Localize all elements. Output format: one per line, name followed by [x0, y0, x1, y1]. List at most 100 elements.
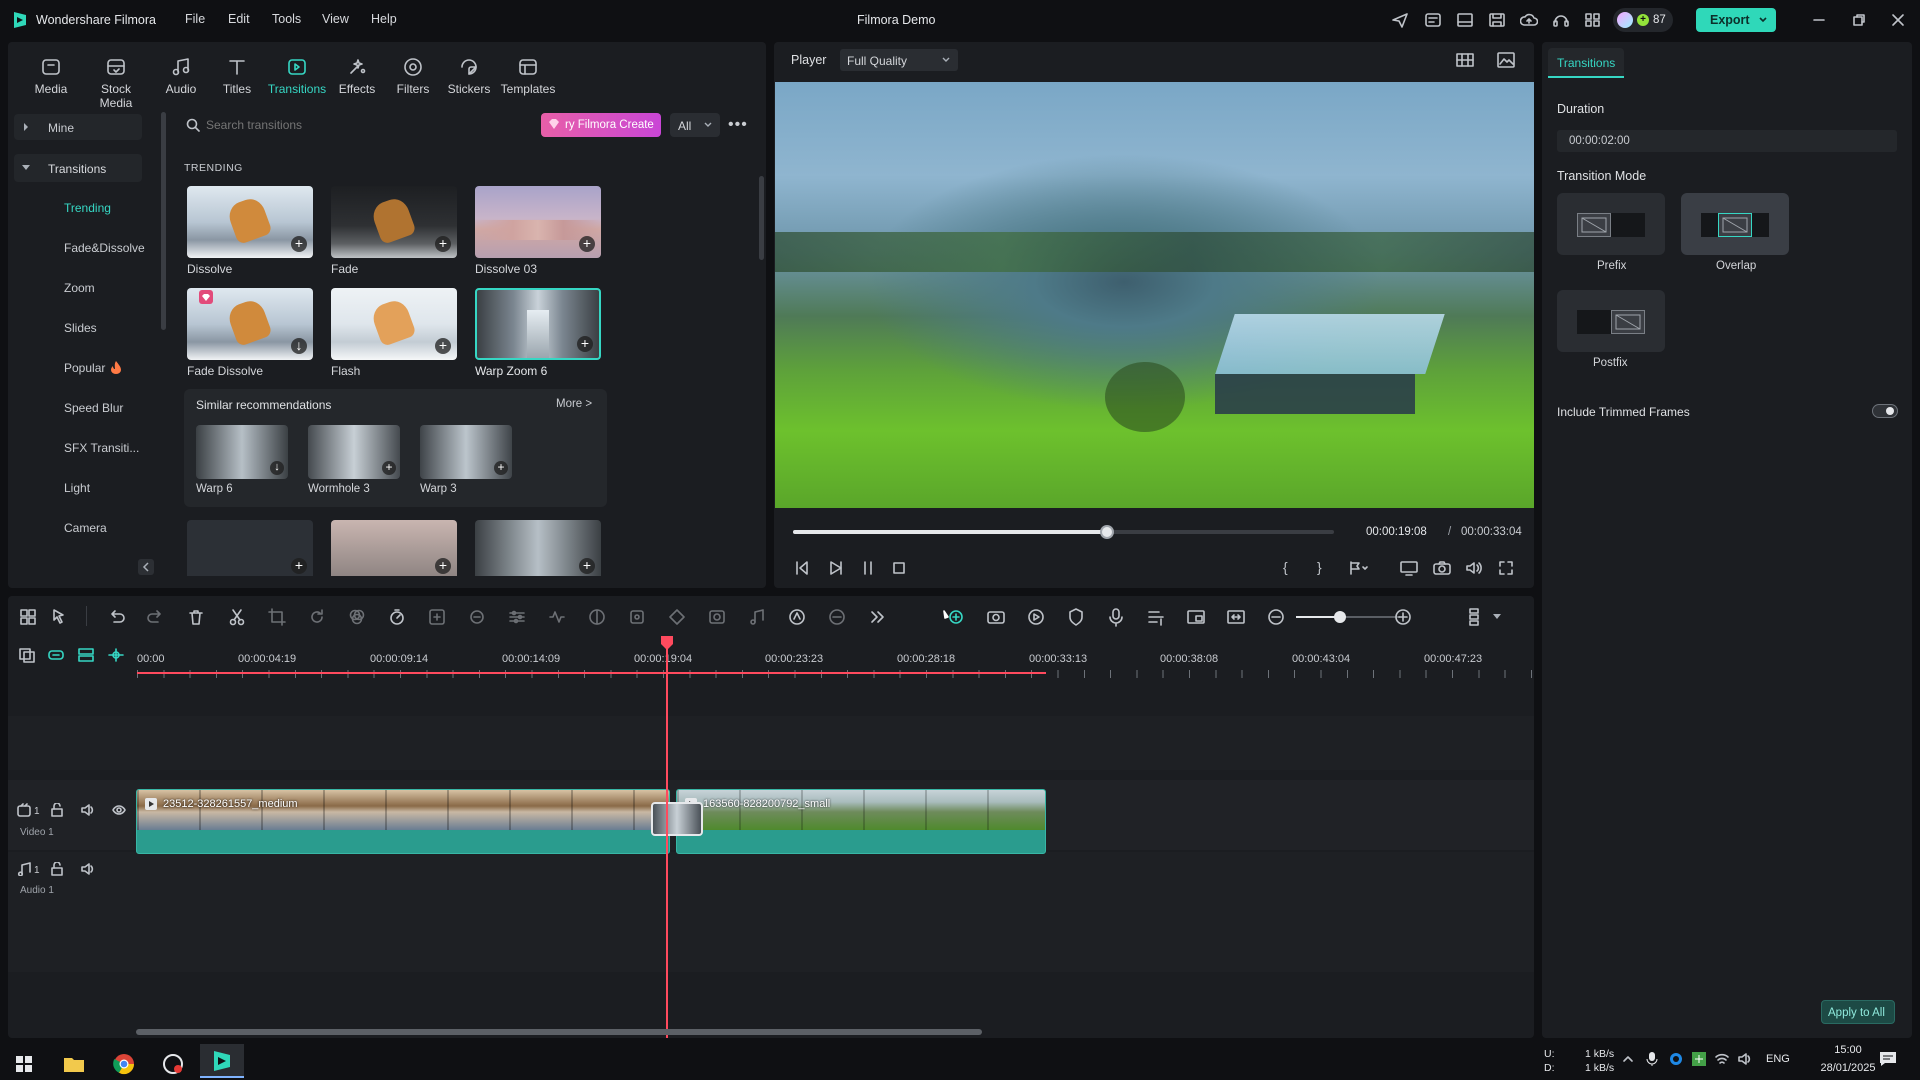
mask-icon[interactable]: [587, 607, 607, 627]
filter-dropdown[interactable]: All: [670, 113, 720, 137]
app-tray-icon[interactable]: [1691, 1051, 1707, 1067]
color-icon[interactable]: [347, 607, 367, 627]
download-icon[interactable]: ↓: [270, 461, 284, 475]
collapse-sidebar-button[interactable]: [138, 559, 154, 575]
playhead-line[interactable]: [666, 638, 668, 1038]
grid-view-icon[interactable]: [1456, 53, 1474, 67]
download-icon[interactable]: ↓: [291, 338, 307, 354]
transition-thumb-partial-1[interactable]: +: [187, 520, 313, 576]
sidebar-item-fade-dissolve[interactable]: Fade&Dissolve: [64, 241, 145, 255]
magnet-snap-icon[interactable]: [107, 647, 125, 663]
chrome-icon[interactable]: [110, 1052, 138, 1076]
pause-icon[interactable]: [860, 560, 876, 576]
transition-thumb-warp-zoom-6[interactable]: +: [475, 288, 601, 360]
speed-icon[interactable]: [387, 607, 407, 627]
tab-audio[interactable]: Audio: [151, 56, 211, 102]
microphone-icon[interactable]: [1106, 607, 1126, 627]
clock-date[interactable]: 28/01/2025: [1815, 1062, 1881, 1074]
playback-progress-handle[interactable]: [1099, 525, 1114, 539]
add-icon[interactable]: +: [494, 461, 508, 475]
playback-progress-track[interactable]: [793, 525, 1334, 539]
menu-file[interactable]: File: [185, 12, 205, 26]
library-scrollbar[interactable]: [759, 176, 764, 260]
auto-reframe-icon[interactable]: [427, 607, 447, 627]
transition-thumb-dissolve[interactable]: +: [187, 186, 313, 258]
mute-icon[interactable]: [81, 803, 95, 817]
add-icon[interactable]: +: [291, 558, 307, 574]
add-icon[interactable]: +: [435, 558, 451, 574]
rotate-icon[interactable]: [307, 607, 327, 627]
track-manager-icon[interactable]: [77, 647, 95, 663]
keyframe-icon[interactable]: [667, 607, 687, 627]
notifications-icon[interactable]: [1879, 1051, 1897, 1067]
snapshot-timeline-icon[interactable]: [986, 607, 1006, 627]
stabilize-icon[interactable]: [627, 607, 647, 627]
mute-icon[interactable]: [81, 862, 95, 876]
onedrive-icon[interactable]: [1668, 1051, 1684, 1067]
link-icon[interactable]: [47, 647, 65, 663]
crop-icon[interactable]: [267, 607, 287, 627]
screen-recorder-icon[interactable]: [159, 1052, 187, 1076]
undo-icon[interactable]: [106, 607, 126, 627]
microphone-tray-icon[interactable]: [1645, 1051, 1659, 1067]
speaker-icon[interactable]: [1737, 1051, 1753, 1067]
zoom-slider-handle[interactable]: [1334, 611, 1346, 623]
add-icon[interactable]: +: [579, 236, 595, 252]
transition-thumb-dissolve-03[interactable]: +: [475, 186, 601, 258]
menu-edit[interactable]: Edit: [228, 12, 250, 26]
sidebar-item-speed-blur[interactable]: Speed Blur: [64, 401, 123, 415]
similar-thumb-wormhole-3[interactable]: +: [308, 425, 400, 479]
timeline-scrollbar[interactable]: [136, 1029, 982, 1035]
more-link[interactable]: More >: [556, 398, 592, 410]
tab-titles[interactable]: Titles: [207, 56, 267, 102]
zoom-in-icon[interactable]: [1393, 607, 1413, 627]
wifi-icon[interactable]: [1714, 1051, 1730, 1067]
credits-badge[interactable]: + 87: [1613, 8, 1673, 32]
sidebar-item-camera[interactable]: Camera: [64, 521, 107, 535]
similar-thumb-warp-3[interactable]: +: [420, 425, 512, 479]
music-note-icon[interactable]: [747, 607, 767, 627]
zoom-slider-track[interactable]: [1296, 611, 1400, 623]
green-screen-icon[interactable]: [707, 607, 727, 627]
ai-tool-icon[interactable]: [467, 607, 487, 627]
render-preview-icon[interactable]: [940, 607, 968, 627]
audio-stretch-icon[interactable]: [547, 607, 567, 627]
sidebar-item-slides[interactable]: Slides: [64, 321, 97, 335]
transition-block-warp-zoom-6[interactable]: [651, 802, 703, 836]
mode-prefix-card[interactable]: [1557, 193, 1665, 255]
export-button[interactable]: Export: [1696, 8, 1776, 32]
previous-frame-icon[interactable]: [794, 560, 810, 576]
mode-overlap-card[interactable]: [1681, 193, 1789, 255]
add-icon[interactable]: +: [382, 461, 396, 475]
tab-transitions-properties[interactable]: Transitions: [1548, 48, 1624, 78]
cloud-upload-icon[interactable]: [1520, 12, 1538, 28]
add-icon[interactable]: +: [577, 336, 593, 352]
close-icon[interactable]: [1891, 13, 1905, 27]
more-options-icon[interactable]: •••: [728, 116, 748, 134]
menu-view[interactable]: View: [322, 12, 349, 26]
ai-magic-icon[interactable]: [787, 607, 807, 627]
delete-icon[interactable]: [186, 607, 206, 627]
search-input[interactable]: [206, 114, 526, 136]
layout-grid-icon[interactable]: [18, 607, 38, 627]
video-preview[interactable]: [775, 82, 1534, 508]
display-icon[interactable]: [1400, 560, 1418, 576]
add-icon[interactable]: +: [291, 236, 307, 252]
select-tool-icon[interactable]: [50, 607, 70, 627]
try-filmora-create-button[interactable]: ry Filmora Create: [541, 113, 661, 137]
playhead-handle[interactable]: [661, 636, 673, 650]
snapshot-icon[interactable]: [1497, 52, 1515, 68]
minimize-icon[interactable]: [1812, 13, 1826, 27]
transition-thumb-fade-dissolve[interactable]: ↓: [187, 288, 313, 360]
tab-stickers[interactable]: Stickers: [439, 56, 499, 102]
add-icon[interactable]: +: [435, 236, 451, 252]
send-icon[interactable]: [1391, 12, 1409, 28]
file-explorer-icon[interactable]: [60, 1052, 88, 1076]
menu-help[interactable]: Help: [371, 12, 397, 26]
sidebar-scrollbar[interactable]: [161, 112, 166, 330]
mark-in-icon[interactable]: {: [1283, 559, 1288, 575]
windows-start-icon[interactable]: [10, 1052, 38, 1076]
fit-icon[interactable]: [1226, 607, 1246, 627]
task-list-icon[interactable]: [1424, 12, 1442, 28]
transition-thumb-flash[interactable]: +: [331, 288, 457, 360]
